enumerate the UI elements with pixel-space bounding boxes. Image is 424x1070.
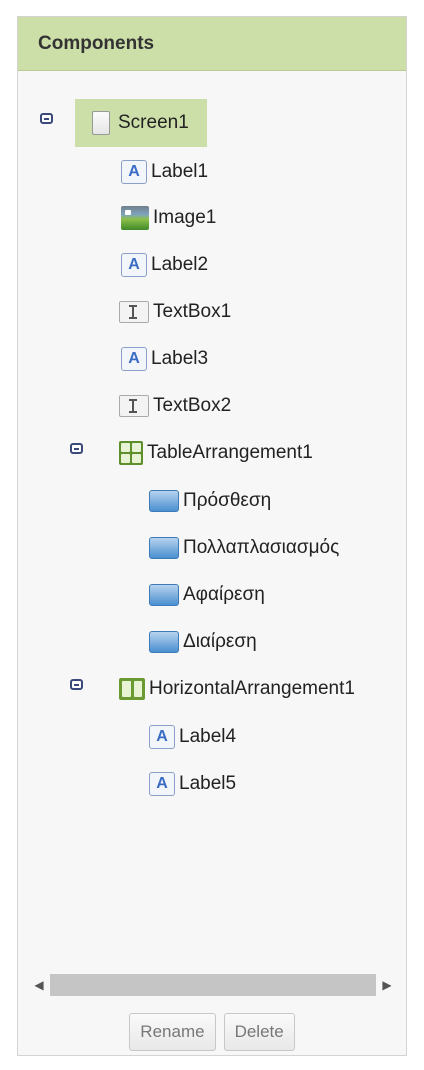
textbox-icon bbox=[119, 395, 149, 417]
screen-icon bbox=[92, 111, 110, 135]
tree-item-label5[interactable]: A Label5 bbox=[149, 768, 236, 800]
scroll-thumb[interactable] bbox=[50, 974, 376, 996]
tree-item-tablearrangement1[interactable]: TableArrangement1 bbox=[119, 437, 313, 469]
scroll-right-icon[interactable]: ▶ bbox=[376, 974, 398, 996]
tree-item-screen1[interactable]: Screen1 bbox=[92, 107, 189, 139]
rename-button[interactable]: Rename bbox=[129, 1013, 216, 1051]
tree-item-textbox2[interactable]: TextBox2 bbox=[119, 390, 231, 422]
scroll-left-icon[interactable]: ◀ bbox=[28, 974, 50, 996]
textbox-icon bbox=[119, 301, 149, 323]
tree-item-label: Πρόσθεση bbox=[183, 490, 272, 511]
tree-item-label3[interactable]: A Label3 bbox=[121, 343, 208, 375]
tree-item-label: Label2 bbox=[151, 254, 209, 275]
tree-item-label: Label5 bbox=[179, 773, 237, 794]
table-arrangement-icon bbox=[119, 441, 143, 465]
components-panel: Components Screen1 A Label1 Image1 A Lab… bbox=[17, 16, 407, 1056]
tree-item-button-add[interactable]: Πρόσθεση bbox=[149, 485, 271, 517]
tree-item-label: Label1 bbox=[151, 161, 209, 182]
button-icon bbox=[149, 631, 179, 653]
label-icon: A bbox=[121, 347, 147, 371]
tree-item-label4[interactable]: A Label4 bbox=[149, 721, 236, 753]
tree-item-label2[interactable]: A Label2 bbox=[121, 249, 208, 281]
horizontal-scrollbar[interactable]: ◀ ▶ bbox=[28, 974, 398, 996]
button-icon bbox=[149, 490, 179, 512]
tree-item-label: TableArrangement1 bbox=[147, 442, 313, 463]
horizontal-arrangement-icon bbox=[119, 678, 145, 700]
image-icon bbox=[121, 206, 149, 230]
tree-item-image1[interactable]: Image1 bbox=[121, 202, 216, 234]
collapse-toggle-icon[interactable] bbox=[70, 443, 83, 454]
component-tree: Screen1 A Label1 Image1 A Label2 TextBox… bbox=[18, 71, 406, 951]
label-icon: A bbox=[149, 725, 175, 749]
panel-title: Components bbox=[18, 17, 406, 71]
label-icon: A bbox=[149, 772, 175, 796]
tree-item-label: Image1 bbox=[153, 207, 217, 228]
button-icon bbox=[149, 584, 179, 606]
label-icon: A bbox=[121, 253, 147, 277]
label-icon: A bbox=[121, 160, 147, 184]
tree-item-button-mul[interactable]: Πολλαπλασιασμός bbox=[149, 532, 339, 564]
collapse-toggle-icon[interactable] bbox=[70, 679, 83, 690]
tree-item-label: Αφαίρεση bbox=[183, 584, 265, 605]
tree-item-textbox1[interactable]: TextBox1 bbox=[119, 296, 231, 328]
tree-item-label: TextBox2 bbox=[153, 395, 232, 416]
button-icon bbox=[149, 537, 179, 559]
delete-button[interactable]: Delete bbox=[223, 1013, 295, 1051]
tree-item-label1[interactable]: A Label1 bbox=[121, 156, 208, 188]
tree-item-label: HorizontalArrangement1 bbox=[149, 678, 355, 699]
tree-item-button-sub[interactable]: Αφαίρεση bbox=[149, 579, 265, 611]
tree-item-label: TextBox1 bbox=[153, 301, 232, 322]
tree-item-label: Label4 bbox=[179, 726, 237, 747]
collapse-toggle-icon[interactable] bbox=[40, 113, 53, 124]
tree-item-button-div[interactable]: Διαίρεση bbox=[149, 626, 257, 658]
tree-item-horizontalarrangement1[interactable]: HorizontalArrangement1 bbox=[119, 673, 355, 705]
tree-item-label: Πολλαπλασιασμός bbox=[183, 537, 340, 558]
action-buttons: Rename Delete bbox=[18, 1013, 406, 1051]
tree-item-label: Screen1 bbox=[118, 112, 189, 133]
tree-item-label: Label3 bbox=[151, 348, 209, 369]
tree-item-label: Διαίρεση bbox=[183, 631, 257, 652]
